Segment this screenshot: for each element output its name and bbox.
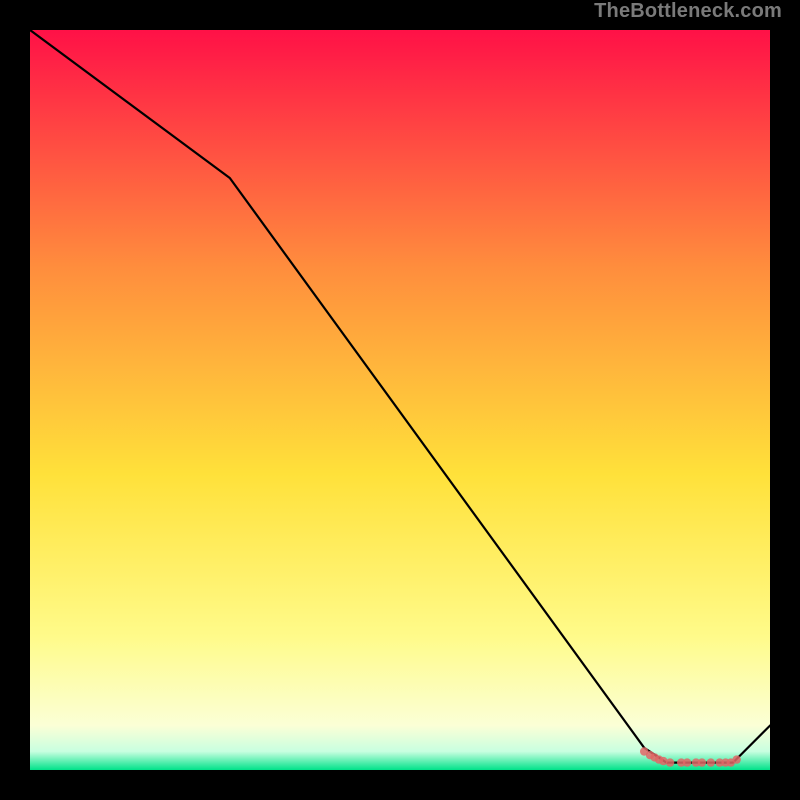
chart-svg xyxy=(30,30,770,770)
data-marker xyxy=(707,758,715,766)
watermark-text: TheBottleneck.com xyxy=(594,0,782,23)
data-marker xyxy=(698,758,706,766)
plot-area xyxy=(30,30,770,770)
data-marker xyxy=(666,758,674,766)
gradient-background xyxy=(30,30,770,770)
chart-frame: TheBottleneck.com xyxy=(0,0,800,800)
data-marker xyxy=(733,755,741,763)
data-marker xyxy=(683,758,691,766)
